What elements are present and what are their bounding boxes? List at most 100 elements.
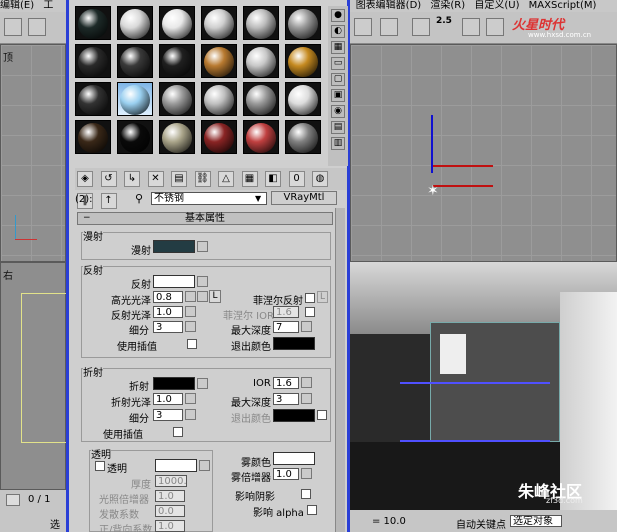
reset-icon[interactable]: ✕	[147, 171, 164, 187]
thickness-field[interactable]: 1000.0	[155, 475, 187, 487]
fresnel-ior-checkbox[interactable]	[305, 307, 315, 317]
menu-tools[interactable]: 工	[43, 0, 53, 11]
assign-material-icon[interactable]: ↳	[124, 171, 140, 187]
material-slot[interactable]	[159, 44, 195, 78]
hilight-gloss-map-button[interactable]	[197, 291, 208, 302]
get-material-icon[interactable]: ◈	[77, 171, 93, 187]
material-slot[interactable]	[75, 44, 111, 78]
copy-material-icon[interactable]: ▤	[171, 171, 187, 187]
quick-render-icon[interactable]	[380, 18, 398, 36]
affect-alpha-checkbox[interactable]	[307, 505, 317, 515]
material-slot[interactable]	[117, 82, 153, 116]
hilight-gloss-field[interactable]: 0.8	[153, 291, 183, 303]
refract-color-swatch[interactable]	[153, 377, 195, 390]
reflect-gloss-spinner[interactable]	[185, 306, 196, 317]
diffuse-map-button[interactable]	[197, 241, 208, 252]
material-slot[interactable]	[243, 120, 279, 154]
translucency-checkbox[interactable]	[95, 461, 105, 471]
refract-gloss-spinner[interactable]	[185, 393, 196, 404]
render-viewport[interactable]	[350, 262, 617, 510]
material-slot[interactable]	[201, 6, 237, 40]
menu-customize[interactable]: 自定义(U)	[474, 0, 519, 11]
material-slot[interactable]	[75, 120, 111, 154]
viewport-right-left[interactable]: 右	[0, 262, 67, 490]
render-scene-icon[interactable]	[354, 18, 372, 36]
fresnel-checkbox[interactable]	[305, 293, 315, 303]
material-effects-icon[interactable]: ▦	[241, 171, 258, 187]
select-link-icon[interactable]	[28, 18, 46, 36]
selection-dropdown[interactable]: 选定对象	[510, 515, 562, 527]
menu-graph-editors[interactable]: 图表编辑器(D)	[356, 0, 422, 11]
ior-field[interactable]: 1.6	[273, 377, 299, 389]
translucency-map-button[interactable]	[199, 460, 210, 471]
video-check-icon[interactable]: ▢	[331, 73, 345, 86]
scatter-field[interactable]: 0.0	[155, 505, 185, 517]
angle-snap-icon[interactable]	[462, 18, 480, 36]
reflect-maxdepth-spinner[interactable]	[301, 321, 312, 332]
fog-color-swatch[interactable]	[273, 452, 315, 465]
reflect-color-swatch[interactable]	[153, 275, 195, 288]
light-mult-field[interactable]: 1.0	[155, 490, 185, 502]
ior-spinner[interactable]	[301, 377, 312, 388]
material-slot[interactable]	[117, 120, 153, 154]
material-slot[interactable]	[117, 44, 153, 78]
material-slot[interactable]	[159, 120, 195, 154]
menu-edit[interactable]: 编辑(E)	[0, 0, 34, 11]
hilight-gloss-spinner[interactable]	[185, 291, 196, 302]
material-navigator-icon[interactable]: ▥	[331, 137, 345, 150]
reflect-subdiv-field[interactable]: 3	[153, 321, 183, 333]
material-type-button[interactable]: VRayMtl	[271, 191, 337, 205]
prev-frame-button[interactable]	[6, 494, 20, 506]
uv-tiling-icon[interactable]: ▭	[331, 57, 345, 70]
eyedropper-icon[interactable]: ⚲	[135, 192, 143, 205]
refract-maxdepth-field[interactable]: 3	[273, 393, 299, 405]
background-icon[interactable]: ▦	[331, 41, 345, 54]
material-scrollbar[interactable]	[335, 208, 345, 532]
reflect-interp-checkbox[interactable]	[187, 339, 197, 349]
material-slot[interactable]	[285, 120, 321, 154]
material-slot[interactable]	[75, 6, 111, 40]
sample-type-icon[interactable]: ●	[331, 9, 345, 22]
refract-interp-checkbox[interactable]	[173, 427, 183, 437]
name-dropdown-icon[interactable]: ▼	[255, 194, 261, 203]
material-slot[interactable]	[201, 120, 237, 154]
snap-value[interactable]: 2.5	[436, 16, 456, 36]
refract-map-button[interactable]	[197, 378, 208, 389]
refract-maxdepth-spinner[interactable]	[301, 393, 312, 404]
rollout-collapse-icon[interactable]: −	[83, 213, 91, 223]
refract-exit-checkbox[interactable]	[317, 410, 327, 420]
select-by-material-icon[interactable]: ▤	[331, 121, 345, 134]
material-slot[interactable]	[159, 6, 195, 40]
material-slot[interactable]	[243, 6, 279, 40]
material-slot[interactable]	[285, 6, 321, 40]
rollout-basic-params[interactable]: 基本属性	[77, 212, 333, 225]
options-icon[interactable]: ◉	[331, 105, 345, 118]
autokey-button[interactable]: 自动关键点	[456, 516, 506, 531]
refract-exit-swatch[interactable]	[273, 409, 315, 422]
undo-icon[interactable]	[4, 18, 22, 36]
fresnel-ior-field[interactable]: 1.6	[273, 306, 299, 318]
go-parent-icon[interactable]: ◍	[312, 171, 328, 187]
material-slot[interactable]	[75, 82, 111, 116]
fresnel-lock-button[interactable]: L	[317, 291, 328, 303]
diffuse-color-swatch[interactable]	[153, 240, 195, 253]
make-unique-icon[interactable]: ⛓	[194, 171, 211, 187]
reflect-exit-swatch[interactable]	[273, 337, 315, 350]
material-slot[interactable]	[201, 44, 237, 78]
snap-icon[interactable]	[412, 18, 430, 36]
refract-gloss-field[interactable]: 1.0	[153, 393, 183, 405]
show-end-result-icon[interactable]: 0	[288, 171, 305, 187]
fog-mult-spinner[interactable]	[301, 468, 312, 479]
refract-subdiv-field[interactable]: 3	[153, 409, 183, 421]
mirror-icon[interactable]	[486, 18, 504, 36]
material-slot[interactable]	[159, 82, 195, 116]
menu-maxscript[interactable]: MAXScript(M)	[529, 0, 597, 11]
viewport-top-left[interactable]: 顶	[0, 44, 66, 262]
viewport-top-right[interactable]: ✶	[350, 44, 617, 262]
hilight-lock-button[interactable]: L	[209, 290, 221, 303]
reflect-maxdepth-field[interactable]: 7	[273, 321, 299, 333]
translucency-color-swatch[interactable]	[155, 459, 197, 472]
material-slot[interactable]	[117, 6, 153, 40]
put-to-scene-icon[interactable]: ↺	[100, 171, 117, 187]
front-back-field[interactable]: 1.0	[155, 520, 185, 532]
